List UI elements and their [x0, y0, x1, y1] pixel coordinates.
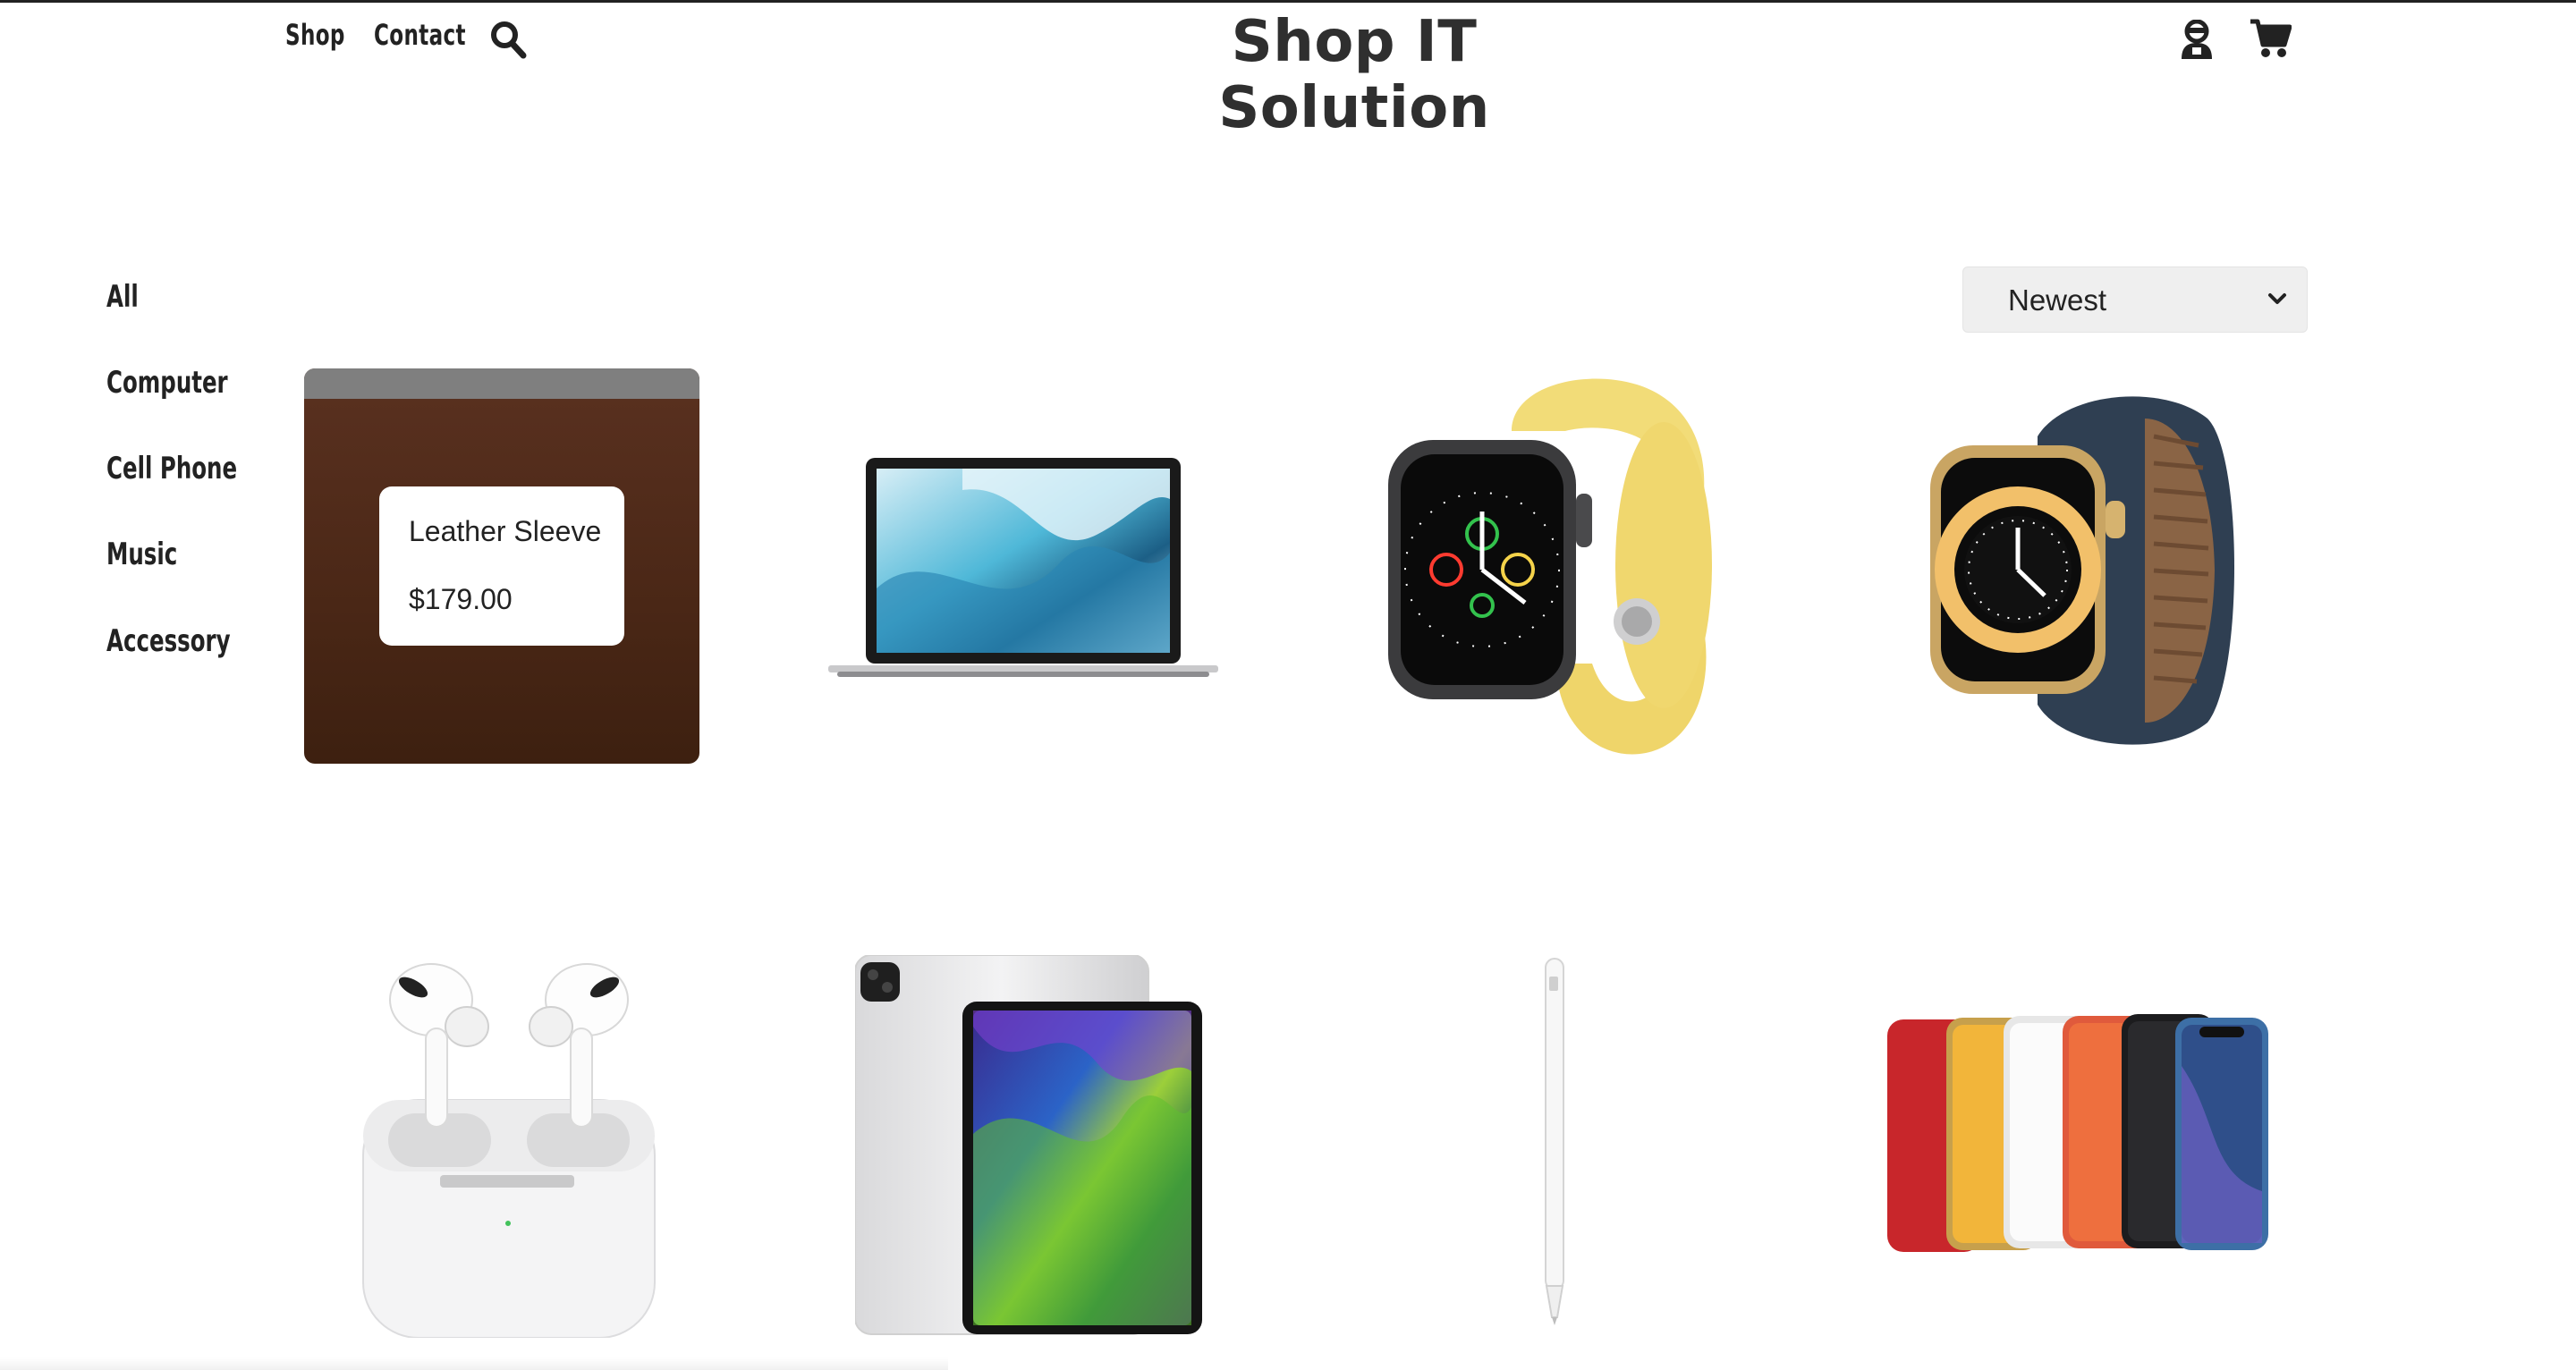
top-border	[0, 0, 2576, 3]
iphone-lineup-image	[1887, 1014, 2268, 1252]
watch-blue-image	[1930, 396, 2234, 745]
chevron-down-icon	[2267, 289, 2287, 313]
bottom-edge-shadow	[0, 1357, 948, 1370]
cart-icon[interactable]	[2249, 18, 2292, 63]
watch-yellow-image	[1388, 378, 1712, 755]
sleeve-top-band	[304, 368, 699, 399]
product-card-watch-yellow[interactable]	[1377, 368, 1717, 762]
sort-select[interactable]: Newest	[1962, 266, 2308, 333]
category-all[interactable]: All	[106, 279, 139, 315]
product-card-watch-blue[interactable]	[1930, 383, 2240, 753]
product-tooltip: Leather Sleeve $179.00	[379, 486, 624, 646]
product-card-ipad[interactable]	[855, 955, 1204, 1336]
airpods-image	[362, 963, 656, 1338]
category-accessory[interactable]: Accessory	[106, 623, 231, 659]
brand-title[interactable]: Shop IT Solution	[1131, 9, 1578, 141]
category-cell-phone[interactable]: Cell Phone	[106, 451, 237, 486]
ipad-image	[855, 955, 1202, 1335]
search-icon[interactable]	[489, 20, 527, 63]
sort-selected-value: Newest	[2008, 283, 2107, 317]
product-card-iphone[interactable]	[1887, 1012, 2268, 1254]
product-card-leather-sleeve[interactable]: Leather Sleeve $179.00	[304, 368, 699, 764]
product-card-pencil[interactable]	[1544, 955, 1565, 1327]
category-computer[interactable]: Computer	[106, 365, 228, 401]
product-card-macbook[interactable]	[828, 454, 1218, 680]
product-name: Leather Sleeve	[409, 515, 602, 547]
product-price: $179.00	[409, 583, 513, 615]
category-music[interactable]: Music	[106, 537, 177, 572]
laptop-image	[828, 458, 1218, 677]
pencil-image	[1545, 958, 1564, 1325]
product-card-airpods[interactable]	[361, 957, 657, 1338]
nav-contact-link[interactable]: Contact	[374, 18, 466, 52]
nav-shop-link[interactable]: Shop	[285, 18, 345, 52]
user-icon[interactable]	[2179, 19, 2215, 63]
